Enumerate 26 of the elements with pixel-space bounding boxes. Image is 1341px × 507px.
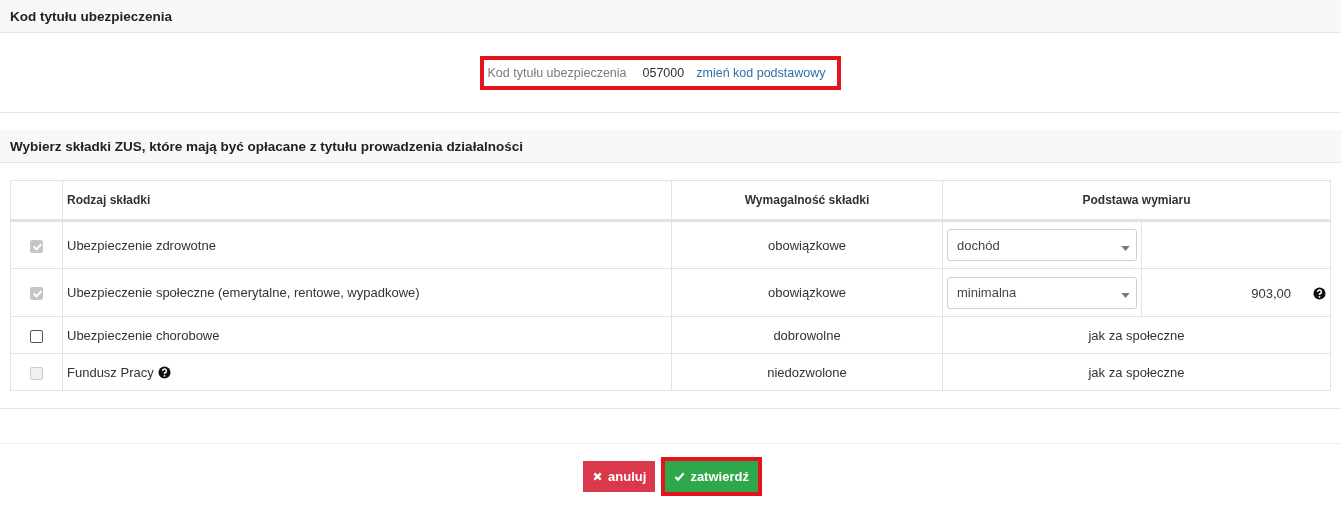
field-label: Kod tytułu ubezpieczenia bbox=[487, 65, 627, 80]
table-cell: obowiązkowe bbox=[671, 268, 943, 317]
caret-icon bbox=[1121, 293, 1130, 298]
change-code-link[interactable]: zmień kod podstawowy bbox=[696, 65, 826, 80]
column-header: Podstawa wymiaru bbox=[942, 180, 1331, 221]
table-cell: Ubezpieczenie społeczne (emerytalne, rentowe, wypadkowe) bbox=[67, 285, 420, 300]
section-title: Kod tytułu ubezpieczenia bbox=[10, 8, 172, 24]
cancel-button[interactable]: anuluj bbox=[583, 461, 656, 492]
section-title: Wybierz składki ZUS, które mają być opłacane z tytułu prowadzenia działalności bbox=[10, 138, 523, 154]
column-header: Rodzaj składki bbox=[62, 180, 672, 221]
table-cell: niedozwolone bbox=[671, 353, 943, 391]
table-cell: jak za społeczne bbox=[1088, 327, 1185, 343]
table-cell: obowiązkowe bbox=[671, 220, 943, 269]
table-cell: Fundusz Pracy bbox=[67, 364, 154, 380]
confirm-button[interactable]: zatwierdź bbox=[665, 461, 758, 492]
check-icon bbox=[674, 471, 686, 482]
amount: 903,00 bbox=[1251, 285, 1291, 301]
checkbox[interactable] bbox=[30, 329, 43, 343]
table-cell: jak za społeczne bbox=[1088, 364, 1185, 380]
code-value: 057000 bbox=[642, 65, 685, 80]
caret-icon bbox=[1121, 245, 1130, 251]
column-header: Wymagalność składki bbox=[671, 180, 943, 221]
table-cell: Ubezpieczenie zdrowotne bbox=[67, 237, 216, 253]
close-icon bbox=[592, 471, 604, 482]
table-cell: Ubezpieczenie chorobowe bbox=[67, 327, 220, 343]
table-cell: dobrowolne bbox=[671, 316, 943, 354]
